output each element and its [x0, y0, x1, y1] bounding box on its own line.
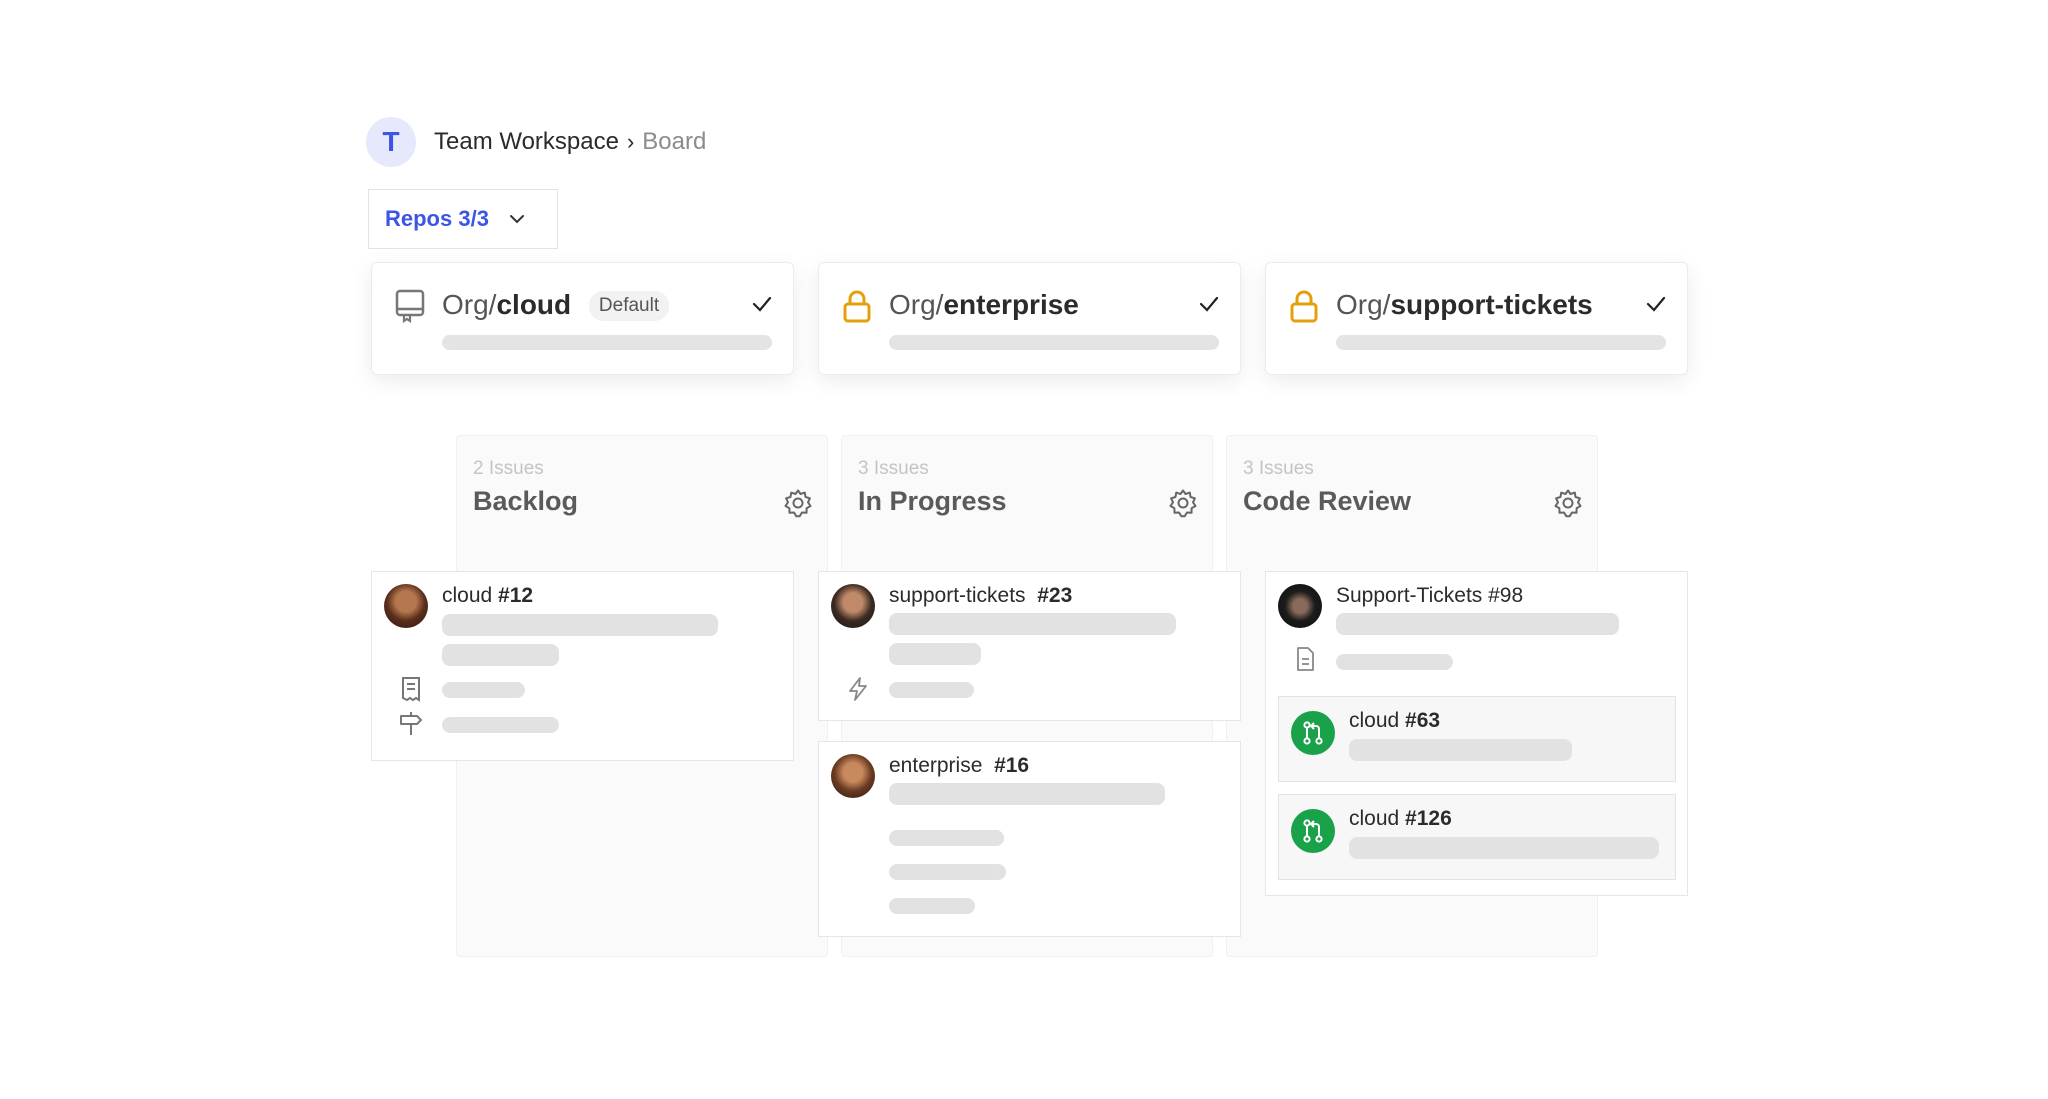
- lock-icon: [841, 289, 873, 323]
- placeholder-bar: [889, 335, 1219, 350]
- placeholder-bar: [442, 717, 559, 733]
- lock-icon: [1288, 289, 1320, 323]
- placeholder-bar: [442, 644, 559, 666]
- signpost-icon: [398, 710, 424, 736]
- gear-icon[interactable]: [1168, 488, 1198, 518]
- placeholder-bar: [889, 682, 974, 698]
- repos-filter-dropdown[interactable]: Repos 3/3: [368, 189, 558, 249]
- gear-icon[interactable]: [1553, 488, 1583, 518]
- default-badge: Default: [589, 291, 669, 321]
- issue-label: support-tickets #23: [889, 584, 1072, 608]
- pull-request-icon: [1291, 711, 1335, 755]
- workspace-avatar-letter: T: [382, 126, 399, 158]
- placeholder-bar: [889, 783, 1165, 805]
- breadcrumb-current: Board: [642, 128, 706, 156]
- issue-card-support-tickets-98[interactable]: Support-Tickets #98 cloud #63: [1265, 571, 1688, 896]
- repo-card-cloud[interactable]: Org/cloud Default: [371, 262, 794, 375]
- document-icon: [1292, 646, 1318, 672]
- avatar: [831, 584, 875, 628]
- column-issue-count: 2 Issues: [473, 458, 544, 480]
- issue-card-support-tickets-23[interactable]: support-tickets #23: [818, 571, 1241, 721]
- placeholder-bar: [1336, 654, 1453, 670]
- repo-card-enterprise[interactable]: Org/enterprise: [818, 262, 1241, 375]
- issue-card-cloud-12[interactable]: cloud #12: [371, 571, 794, 761]
- placeholder-bar: [889, 643, 981, 665]
- issue-label: Support-Tickets #98: [1336, 584, 1523, 608]
- placeholder-bar: [889, 864, 1006, 880]
- placeholder-bar: [442, 682, 525, 698]
- pull-request-icon: [1291, 809, 1335, 853]
- check-icon[interactable]: [1645, 293, 1667, 315]
- breadcrumb-workspace[interactable]: Team Workspace: [434, 128, 619, 156]
- repo-icon: [394, 289, 426, 323]
- issue-label: enterprise #16: [889, 754, 1029, 778]
- repo-name: Org/cloud Default: [442, 289, 669, 321]
- placeholder-bar: [1336, 613, 1619, 635]
- placeholder-bar: [889, 613, 1176, 635]
- placeholder-bar: [889, 830, 1004, 846]
- pull-request-card-cloud-63[interactable]: cloud #63: [1278, 696, 1676, 782]
- lightning-icon: [845, 676, 871, 702]
- placeholder-bar: [442, 335, 772, 350]
- pull-request-label: cloud #63: [1349, 709, 1440, 733]
- check-icon[interactable]: [751, 293, 773, 315]
- placeholder-bar: [442, 614, 718, 636]
- repo-name: Org/support-tickets: [1336, 289, 1593, 321]
- avatar: [384, 584, 428, 628]
- repo-card-support-tickets[interactable]: Org/support-tickets: [1265, 262, 1688, 375]
- placeholder-bar: [1349, 739, 1572, 761]
- column-title: In Progress: [858, 486, 1007, 517]
- workspace-avatar[interactable]: T: [366, 117, 416, 167]
- issue-label: cloud #12: [442, 584, 533, 608]
- avatar: [831, 754, 875, 798]
- repo-name: Org/enterprise: [889, 289, 1079, 321]
- pull-request-label: cloud #126: [1349, 807, 1452, 831]
- chevron-down-icon: [509, 213, 525, 225]
- avatar: [1278, 584, 1322, 628]
- placeholder-bar: [1336, 335, 1666, 350]
- placeholder-bar: [1349, 837, 1659, 859]
- breadcrumb-separator: ›: [627, 129, 634, 155]
- gear-icon[interactable]: [783, 488, 813, 518]
- column-issue-count: 3 Issues: [1243, 458, 1314, 480]
- placeholder-bar: [889, 898, 975, 914]
- breadcrumb: Team Workspace › Board: [434, 128, 706, 156]
- receipt-icon: [398, 676, 424, 702]
- issue-card-enterprise-16[interactable]: enterprise #16: [818, 741, 1241, 937]
- check-icon[interactable]: [1198, 293, 1220, 315]
- column-title: Backlog: [473, 486, 578, 517]
- repos-filter-label: Repos 3/3: [385, 206, 489, 232]
- column-issue-count: 3 Issues: [858, 458, 929, 480]
- column-title: Code Review: [1243, 486, 1411, 517]
- pull-request-card-cloud-126[interactable]: cloud #126: [1278, 794, 1676, 880]
